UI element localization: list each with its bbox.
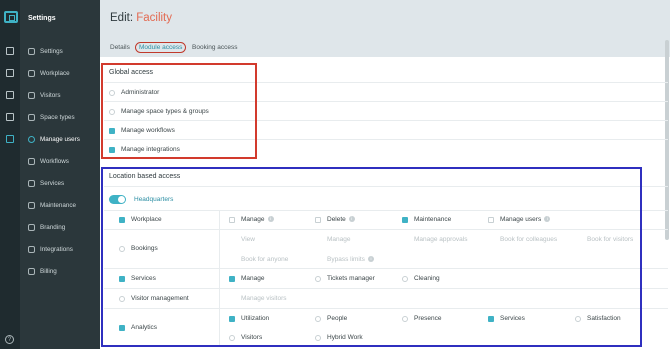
badge-icon [28, 91, 35, 99]
integrations-icon [28, 245, 35, 253]
services-icon [28, 179, 35, 187]
page-title: Edit: Facility [110, 12, 172, 24]
sidebar-item-billing[interactable]: Billing [28, 265, 57, 277]
gear-icon [28, 47, 35, 55]
sidebar-item-workflows[interactable]: Workflows [28, 155, 69, 167]
tab-details[interactable]: Details [110, 44, 130, 51]
wrench-icon [28, 201, 35, 209]
sidebar-item-branding[interactable]: Branding [28, 221, 65, 233]
sidebar-item-space-types[interactable]: Space types [28, 111, 75, 123]
sidebar-item-maintenance[interactable]: Maintenance [28, 199, 76, 211]
logo-icon[interactable] [4, 11, 18, 23]
location-access-highlight [101, 167, 642, 347]
map-icon[interactable] [6, 113, 14, 121]
sidebar-item-services[interactable]: Services [28, 177, 64, 189]
sidebar-item-integrations[interactable]: Integrations [28, 243, 73, 255]
sidebar-item-manage-users[interactable]: Manage users [28, 133, 80, 145]
users-icon [28, 135, 35, 143]
desk-icon[interactable] [6, 47, 14, 55]
grid-icon[interactable] [6, 69, 14, 77]
location-icon [28, 113, 35, 121]
book-icon[interactable] [6, 91, 14, 99]
help-icon[interactable]: ? [5, 335, 14, 344]
brush-icon [28, 223, 35, 231]
tab-module-access[interactable]: Module access [135, 42, 187, 53]
sidebar-item-workplace[interactable]: Workplace [28, 67, 70, 79]
global-access-highlight [101, 63, 257, 159]
settings-sidebar: Settings Settings Workplace Visitors Spa… [20, 0, 100, 349]
desk-icon [28, 69, 35, 77]
card-icon [28, 267, 35, 275]
sidebar-item-visitors[interactable]: Visitors [28, 89, 61, 101]
icon-rail: ? [0, 0, 20, 349]
sidebar-title: Settings [28, 15, 56, 22]
chat-icon [28, 157, 35, 165]
tab-booking-access[interactable]: Booking access [192, 44, 238, 51]
sidebar-item-settings[interactable]: Settings [28, 45, 63, 57]
gear-icon[interactable] [6, 135, 14, 143]
